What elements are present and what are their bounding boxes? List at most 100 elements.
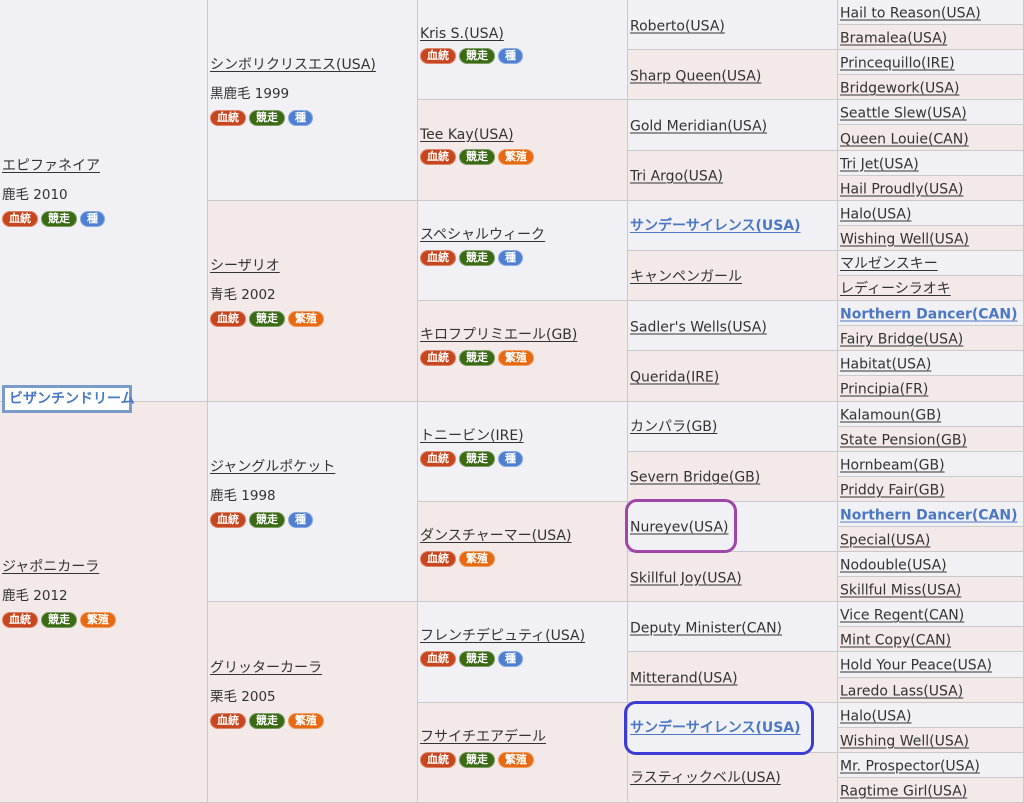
- horse-name-link[interactable]: Bramalea(USA): [840, 31, 947, 47]
- horse-name-link[interactable]: Sadler's Wells(USA): [630, 319, 767, 335]
- horse-name-link[interactable]: Tri Jet(USA): [840, 156, 919, 172]
- horse-name-link[interactable]: Wishing Well(USA): [840, 231, 969, 247]
- race-badge[interactable]: 競走: [459, 752, 495, 768]
- horse-name-link[interactable]: Priddy Fair(GB): [840, 482, 945, 498]
- horse-name-link[interactable]: Special(USA): [840, 533, 930, 549]
- horse-name-link[interactable]: Seattle Slew(USA): [840, 106, 967, 122]
- horse-name-link[interactable]: フレンチデピュティ(USA): [420, 625, 585, 645]
- horse-name-link[interactable]: エピファネイア: [2, 155, 100, 175]
- horse-name-link[interactable]: Habitat(USA): [840, 357, 931, 373]
- horse-name-link[interactable]: グリッターカーラ: [210, 657, 322, 677]
- stallion-badge[interactable]: 種: [498, 48, 523, 64]
- race-badge[interactable]: 競走: [459, 651, 495, 667]
- race-badge[interactable]: 競走: [41, 211, 77, 227]
- horse-name-link[interactable]: Mint Copy(CAN): [840, 633, 951, 649]
- horse-name-link[interactable]: Wishing Well(USA): [840, 733, 969, 749]
- horse-name-link[interactable]: Querida(IRE): [630, 369, 719, 385]
- horse-name-link[interactable]: Tee Kay(USA): [420, 127, 514, 143]
- horse-name-link[interactable]: Hail Proudly(USA): [840, 181, 963, 197]
- horse-name-link[interactable]: マルゼンスキー: [840, 253, 938, 273]
- horse-name-link[interactable]: Tri Argo(USA): [630, 169, 723, 185]
- horse-name-link[interactable]: Hold Your Peace(USA): [840, 658, 992, 674]
- ketto-badge[interactable]: 血統: [420, 149, 456, 165]
- ketto-badge[interactable]: 血統: [420, 752, 456, 768]
- race-badge[interactable]: 競走: [459, 48, 495, 64]
- horse-name-link[interactable]: Northern Dancer(CAN): [840, 307, 1018, 323]
- horse-name-link[interactable]: Princequillo(IRE): [840, 56, 955, 72]
- horse-name-link[interactable]: Queen Louie(CAN): [840, 131, 969, 147]
- ketto-badge[interactable]: 血統: [210, 311, 246, 327]
- stallion-badge[interactable]: 種: [288, 110, 313, 126]
- breeding-badge[interactable]: 繁殖: [288, 311, 324, 327]
- breeding-badge[interactable]: 繁殖: [498, 350, 534, 366]
- ketto-badge[interactable]: 血統: [420, 350, 456, 366]
- breeding-badge[interactable]: 繁殖: [80, 612, 116, 628]
- horse-name-link[interactable]: Ragtime Girl(USA): [840, 783, 967, 799]
- horse-name-link[interactable]: Vice Regent(CAN): [840, 608, 964, 624]
- horse-name-link[interactable]: Northern Dancer(CAN): [840, 507, 1018, 523]
- race-badge[interactable]: 競走: [249, 110, 285, 126]
- horse-name-link[interactable]: Mr. Prospector(USA): [840, 758, 980, 774]
- horse-name-link[interactable]: Roberto(USA): [630, 18, 725, 34]
- horse-name-link[interactable]: キャンペンガール: [630, 266, 742, 286]
- ketto-badge[interactable]: 血統: [420, 250, 456, 266]
- horse-name-link[interactable]: Hornbeam(GB): [840, 457, 945, 473]
- horse-name-link[interactable]: State Pension(GB): [840, 432, 967, 448]
- breeding-badge[interactable]: 繁殖: [288, 713, 324, 729]
- race-badge[interactable]: 競走: [459, 451, 495, 467]
- breeding-badge[interactable]: 繁殖: [459, 551, 495, 567]
- horse-name-link[interactable]: ジャングルポケット: [210, 456, 335, 476]
- stallion-badge[interactable]: 種: [288, 512, 313, 528]
- horse-name-link[interactable]: Laredo Lass(USA): [840, 683, 963, 699]
- horse-name-link[interactable]: サンデーサイレンス(USA): [630, 215, 801, 235]
- horse-name-link[interactable]: キロフプリミエール(GB): [420, 324, 577, 344]
- horse-name-link[interactable]: Mitterand(USA): [630, 671, 738, 687]
- horse-name-link[interactable]: Skillful Miss(USA): [840, 583, 961, 599]
- race-badge[interactable]: 競走: [249, 713, 285, 729]
- horse-name-link[interactable]: Bridgework(USA): [840, 81, 959, 97]
- race-badge[interactable]: 競走: [41, 612, 77, 628]
- horse-name-link[interactable]: Hail to Reason(USA): [840, 6, 981, 22]
- horse-name-link[interactable]: Deputy Minister(CAN): [630, 620, 782, 636]
- horse-name-link[interactable]: Nodouble(USA): [840, 558, 947, 574]
- horse-name-link[interactable]: シーザリオ: [210, 255, 280, 275]
- horse-name-link[interactable]: ラスティックベル(USA): [630, 767, 781, 787]
- breeding-badge[interactable]: 繁殖: [498, 752, 534, 768]
- stallion-badge[interactable]: 種: [498, 451, 523, 467]
- horse-name-link[interactable]: Fairy Bridge(USA): [840, 332, 963, 348]
- race-badge[interactable]: 競走: [459, 250, 495, 266]
- horse-name-link[interactable]: スペシャルウィーク: [420, 224, 545, 244]
- horse-name-link[interactable]: Kalamoun(GB): [840, 407, 941, 423]
- horse-name-link[interactable]: レディーシラオキ: [840, 278, 951, 298]
- horse-name-link[interactable]: トニービン(IRE): [420, 425, 524, 445]
- horse-name-link[interactable]: Halo(USA): [840, 708, 911, 724]
- horse-name-link[interactable]: Gold Meridian(USA): [630, 118, 767, 134]
- ketto-badge[interactable]: 血統: [420, 48, 456, 64]
- horse-name-link[interactable]: Halo(USA): [840, 206, 911, 222]
- ketto-badge[interactable]: 血統: [210, 713, 246, 729]
- horse-name-link[interactable]: Principia(FR): [840, 382, 928, 398]
- race-badge[interactable]: 競走: [249, 512, 285, 528]
- ketto-badge[interactable]: 血統: [210, 110, 246, 126]
- ketto-badge[interactable]: 血統: [420, 451, 456, 467]
- horse-name-link[interactable]: Skillful Joy(USA): [630, 570, 742, 586]
- ketto-badge[interactable]: 血統: [2, 612, 38, 628]
- stallion-badge[interactable]: 種: [80, 211, 105, 227]
- horse-name-link[interactable]: フサイチエアデール: [420, 726, 546, 746]
- horse-name-link[interactable]: ダンスチャーマー(USA): [420, 525, 571, 545]
- horse-name-link[interactable]: Severn Bridge(GB): [630, 470, 760, 486]
- horse-name-link[interactable]: サンデーサイレンス(USA): [630, 717, 801, 737]
- horse-name-link[interactable]: ジャポニカーラ: [2, 556, 99, 576]
- horse-name-link[interactable]: カンパラ(GB): [630, 416, 717, 436]
- horse-name-link[interactable]: Kris S.(USA): [420, 26, 504, 42]
- breeding-badge[interactable]: 繁殖: [498, 149, 534, 165]
- horse-name-link[interactable]: Sharp Queen(USA): [630, 68, 761, 84]
- ketto-badge[interactable]: 血統: [2, 211, 38, 227]
- horse-name-link[interactable]: Nureyev(USA): [630, 520, 729, 536]
- stallion-badge[interactable]: 種: [498, 250, 523, 266]
- race-badge[interactable]: 競走: [249, 311, 285, 327]
- ketto-badge[interactable]: 血統: [420, 651, 456, 667]
- race-badge[interactable]: 競走: [459, 149, 495, 165]
- race-badge[interactable]: 競走: [459, 350, 495, 366]
- horse-name-link[interactable]: シンボリクリスエス(USA): [210, 54, 376, 74]
